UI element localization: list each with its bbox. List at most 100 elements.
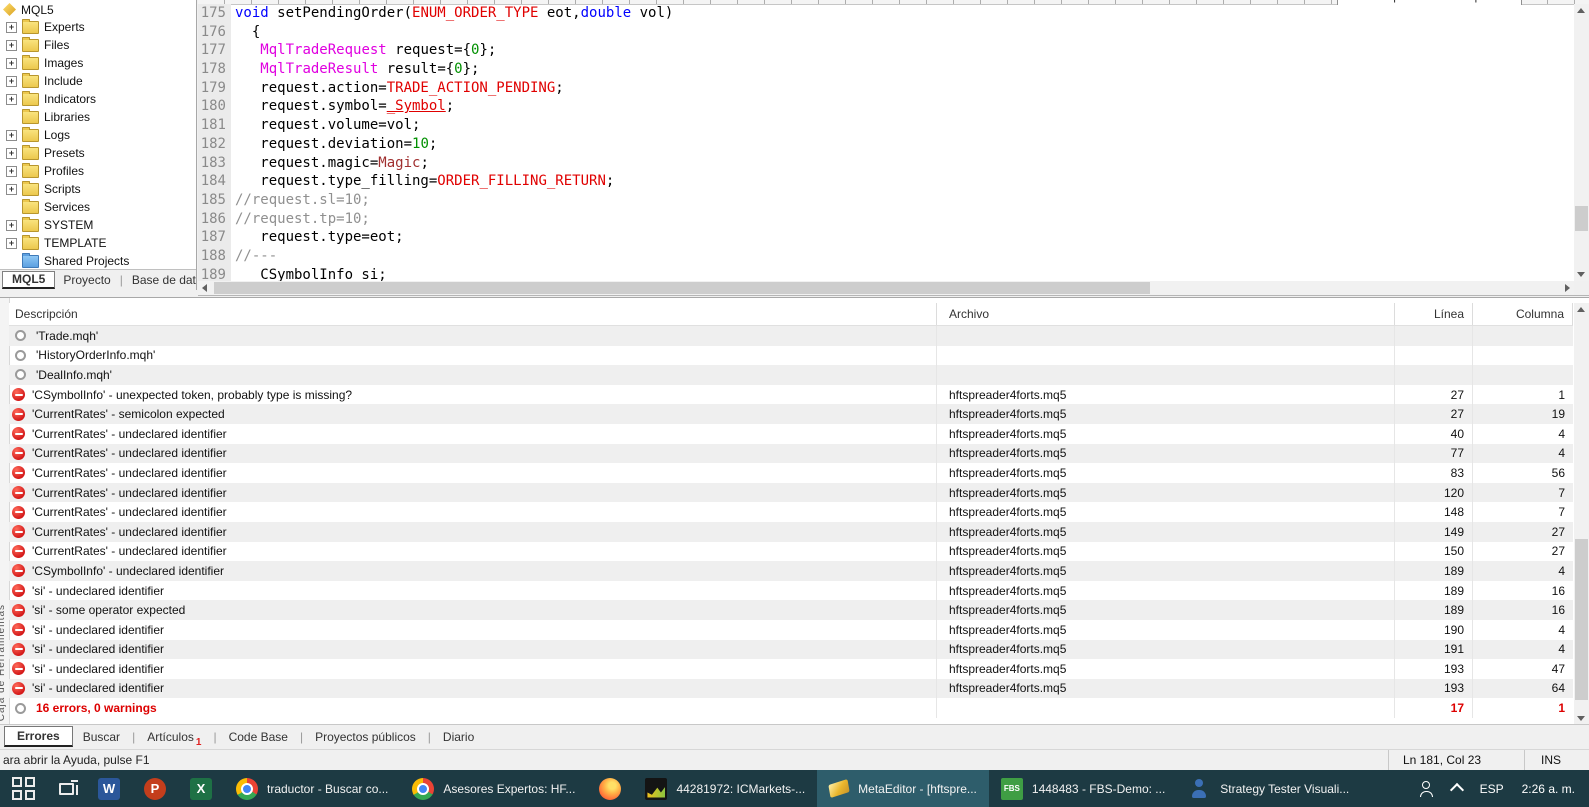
editor-vertical-scrollbar[interactable] xyxy=(1574,4,1589,281)
tree-item-indicators[interactable]: + Indicators xyxy=(0,90,196,108)
error-row[interactable]: 'si' - undeclared identifier hftspreader4… xyxy=(9,639,1573,660)
tree-item-scripts[interactable]: + Scripts xyxy=(0,180,196,198)
expand-plus-icon[interactable]: + xyxy=(6,75,17,87)
taskbar-powerpoint-button[interactable]: P xyxy=(132,770,178,807)
expand-plus-icon[interactable]: + xyxy=(6,57,17,69)
tree-item-include[interactable]: + Include xyxy=(0,72,196,90)
scroll-up-icon[interactable] xyxy=(1577,307,1585,312)
error-row[interactable]: 'si' - some operator expected hftspreader… xyxy=(9,600,1573,620)
include-row[interactable]: 'HistoryOrderInfo.mqh' xyxy=(9,345,1573,366)
error-row[interactable]: 'CurrentRates' - undeclared identifier hf… xyxy=(9,463,1573,483)
tree-item-images[interactable]: + Images xyxy=(0,54,196,72)
expand-plus-icon[interactable]: + xyxy=(6,39,17,51)
error-row[interactable]: 'CurrentRates' - undeclared identifier hf… xyxy=(9,423,1573,444)
line-number: 187 xyxy=(198,228,231,247)
tree-item-logs[interactable]: + Logs xyxy=(0,126,196,144)
error-row[interactable]: 'CSymbolInfo' - undeclared identifier hft… xyxy=(9,561,1573,581)
taskbar-windows-start-button[interactable] xyxy=(0,770,47,807)
tree-item-template[interactable]: + TEMPLATE xyxy=(0,234,196,252)
column-header-description[interactable]: Descripción xyxy=(9,303,937,325)
error-row[interactable]: 'si' - undeclared identifier hftspreader4… xyxy=(9,678,1573,699)
taskbar-strategy-tester-button[interactable]: Strategy Tester Visuali... xyxy=(1177,770,1361,807)
tree-item-presets[interactable]: + Presets xyxy=(0,144,196,162)
tree-item-files[interactable]: + Files xyxy=(0,36,196,54)
taskbar-firefox-button[interactable] xyxy=(587,770,633,807)
folder-icon xyxy=(22,180,39,196)
tree-root-mql5[interactable]: MQL5 xyxy=(0,1,196,18)
toolbox-tab-diario[interactable]: Diario xyxy=(433,728,484,746)
taskbar-excel-button[interactable]: X xyxy=(178,770,224,807)
taskbar-task-view-button[interactable] xyxy=(47,770,86,807)
navigator-tab-proyecto[interactable]: Proyecto xyxy=(55,272,118,288)
error-row[interactable]: 'CurrentRates' - semicolon expected hftsp… xyxy=(9,404,1573,424)
scroll-up-icon[interactable] xyxy=(1577,8,1585,13)
folder-icon xyxy=(22,18,39,34)
tree-item-services[interactable]: Services xyxy=(0,198,196,216)
error-row[interactable]: 'CurrentRates' - undeclared identifier hf… xyxy=(9,482,1573,503)
error-row[interactable]: 'si' - undeclared identifier hftspreader4… xyxy=(9,659,1573,679)
code-area[interactable]: 175 void setPendingOrder(ENUM_ORDER_TYPE … xyxy=(198,4,1574,281)
error-row[interactable]: 'CurrentRates' - undeclared identifier hf… xyxy=(9,541,1573,562)
toolbox-tab-code-base[interactable]: Code Base xyxy=(219,728,298,746)
tree-item-libraries[interactable]: Libraries xyxy=(0,108,196,126)
expand-plus-icon[interactable]: + xyxy=(6,147,17,159)
taskbar-chrome-button[interactable]: Asesores Expertos: HF... xyxy=(400,770,587,807)
error-row[interactable]: 'CurrentRates' - undeclared identifier hf… xyxy=(9,521,1573,542)
expand-plus-icon[interactable]: + xyxy=(6,183,17,195)
taskbar-metaeditor-button[interactable]: MetaEditor - [hftspre... xyxy=(817,770,989,807)
include-row[interactable]: 'Trade.mqh' xyxy=(9,326,1573,346)
error-icon xyxy=(12,427,25,441)
clock[interactable]: 2:26 a. m. xyxy=(1522,782,1575,796)
scroll-left-icon[interactable] xyxy=(202,284,207,292)
toolbox-vscroll-thumb[interactable] xyxy=(1575,539,1588,700)
editor-vscroll-thumb[interactable] xyxy=(1575,206,1588,232)
toolbox-vertical-scrollbar[interactable] xyxy=(1574,303,1589,725)
navigator-tab-base-de-datos[interactable]: Base de datos xyxy=(124,272,196,288)
line-text: request.deviation=10; xyxy=(235,135,438,152)
expand-plus-icon[interactable]: + xyxy=(6,93,17,105)
expand-plus-icon[interactable]: + xyxy=(6,165,17,177)
people-icon[interactable] xyxy=(1419,780,1434,797)
column-header-line[interactable]: Línea xyxy=(1395,303,1473,325)
scroll-down-icon[interactable] xyxy=(1577,716,1585,721)
scroll-right-icon[interactable] xyxy=(1565,284,1570,292)
powerpoint-icon: P xyxy=(144,777,166,800)
include-row[interactable]: 'DealInfo.mqh' xyxy=(9,365,1573,385)
column-header-column[interactable]: Columna xyxy=(1473,303,1573,325)
summary-row[interactable]: 16 errors, 0 warnings 17 1 xyxy=(9,698,1573,718)
taskbar-word-button[interactable]: W xyxy=(86,770,132,807)
status-insert-mode: INS xyxy=(1541,753,1562,767)
taskbar-metatrader-button[interactable]: 44281972: ICMarkets-... xyxy=(633,770,817,807)
line-text: void setPendingOrder(ENUM_ORDER_TYPE eot… xyxy=(235,5,674,21)
language-indicator[interactable]: ESP xyxy=(1480,782,1504,796)
tree-item-system[interactable]: + SYSTEM xyxy=(0,216,196,234)
toolbox-tab-buscar[interactable]: Buscar xyxy=(73,728,130,746)
expand-plus-icon[interactable]: + xyxy=(6,219,17,231)
taskbar-fbs-button[interactable]: FBS 1448483 - FBS-Demo: ... xyxy=(989,770,1177,807)
error-row[interactable]: 'si' - undeclared identifier hftspreader4… xyxy=(9,619,1573,640)
tree-item-experts[interactable]: + Experts xyxy=(0,18,196,36)
taskbar-chrome-button[interactable]: traductor - Buscar co... xyxy=(224,770,400,807)
navigator-tab-bar: MQL5Proyecto|Base de datos xyxy=(0,269,196,290)
error-column xyxy=(1473,326,1573,346)
editor-horizontal-scrollbar[interactable] xyxy=(198,281,1574,295)
tree-item-shared-projects[interactable]: Shared Projects xyxy=(0,252,196,270)
chevron-up-icon[interactable] xyxy=(1449,782,1464,798)
toolbox-tab-art-culos[interactable]: Artículos 1 xyxy=(137,728,211,748)
tab-separator: | xyxy=(213,730,217,744)
error-row[interactable]: 'CurrentRates' - undeclared identifier hf… xyxy=(9,502,1573,522)
scroll-down-icon[interactable] xyxy=(1577,272,1585,277)
error-row[interactable]: 'si' - undeclared identifier hftspreader4… xyxy=(9,580,1573,601)
expand-plus-icon[interactable]: + xyxy=(6,129,17,141)
error-row[interactable]: 'CurrentRates' - undeclared identifier hf… xyxy=(9,443,1573,464)
expand-plus-icon[interactable]: + xyxy=(6,237,17,249)
toolbox-tab-proyectos-p-blicos[interactable]: Proyectos públicos xyxy=(305,728,426,746)
column-header-file[interactable]: Archivo xyxy=(937,303,1395,325)
expand-plus-icon[interactable]: + xyxy=(6,21,17,33)
editor-hscroll-thumb[interactable] xyxy=(214,282,1150,294)
tree-item-profiles[interactable]: + Profiles xyxy=(0,162,196,180)
code-line-186: 186//request.tp=10; xyxy=(198,209,1574,229)
error-row[interactable]: 'CSymbolInfo' - unexpected token, probab… xyxy=(9,384,1573,405)
toolbox-tab-errores[interactable]: Errores xyxy=(4,725,73,747)
navigator-tab-mql5[interactable]: MQL5 xyxy=(2,271,56,289)
